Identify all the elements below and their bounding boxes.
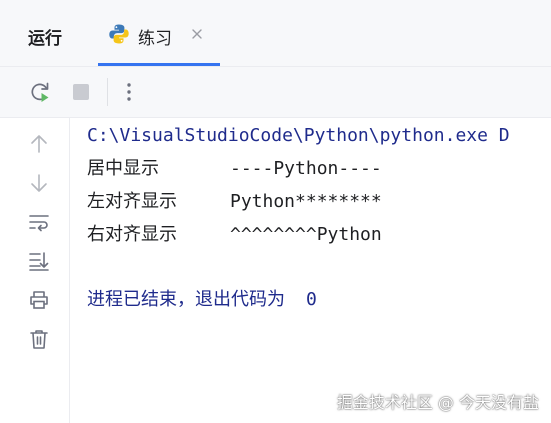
- output-label: 右对齐显示: [87, 224, 177, 245]
- tab-run-config[interactable]: 练习: [98, 0, 220, 66]
- toolbar-separator: [107, 78, 108, 106]
- run-tool-window: 运行 练习 C:\VisualStudioCode\Python\python.…: [0, 0, 551, 423]
- exit-code: 0: [306, 289, 317, 310]
- run-toolbar: [0, 67, 551, 118]
- output-value: ----Python----: [230, 158, 382, 179]
- run-tab-bar: 运行 练习: [0, 0, 551, 67]
- tab-label: 练习: [138, 29, 172, 49]
- console-side-toolbar: [0, 118, 70, 423]
- output-label: 居中显示: [87, 158, 159, 179]
- run-panel-title: 运行: [28, 29, 62, 49]
- output-value: Python********: [230, 191, 382, 212]
- output-label: 左对齐显示: [87, 191, 177, 212]
- command-line: C:\VisualStudioCode\Python\python.exe D: [87, 125, 510, 146]
- active-tab-indicator: [98, 63, 220, 66]
- output-value: ^^^^^^^^Python: [230, 224, 382, 245]
- exit-message: 进程已结束，退出代码为: [87, 289, 285, 310]
- console-output[interactable]: C:\VisualStudioCode\Python\python.exe D …: [70, 118, 551, 423]
- watermark: 掘金技术社区 @ 今天没有盐: [336, 393, 539, 412]
